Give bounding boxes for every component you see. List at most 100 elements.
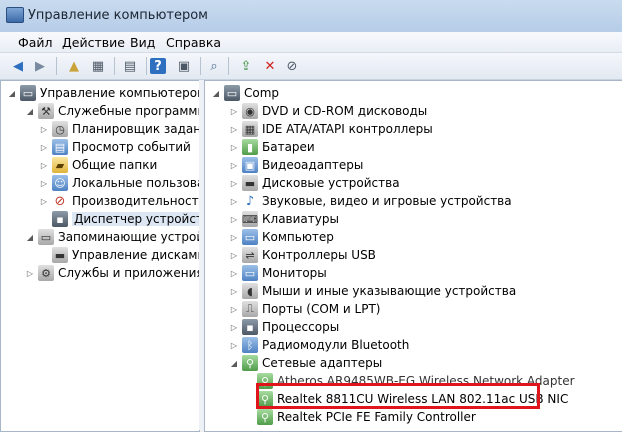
- expand-arrow-icon[interactable]: ▷: [229, 106, 239, 116]
- event-viewer-icon: ▤: [52, 139, 68, 155]
- dvd-drive-icon: ◉: [242, 103, 258, 119]
- expand-arrow-icon[interactable]: ▷: [229, 250, 239, 260]
- tree-item-task-scheduler[interactable]: ▷ ◷ Планировщик заданий: [39, 120, 199, 138]
- keyboard-icon: ⌨: [242, 211, 258, 227]
- device-category[interactable]: ▷ ▭ Компьютер: [229, 228, 334, 246]
- scan-hardware-icon[interactable]: ⌕: [204, 56, 224, 76]
- port-icon: ⎍: [242, 301, 258, 317]
- expand-arrow-icon[interactable]: ▷: [39, 124, 49, 134]
- expand-arrow-icon[interactable]: ▷: [39, 196, 49, 206]
- computer-management-icon: ▭: [20, 85, 36, 101]
- expand-arrow-icon[interactable]: ▷: [229, 304, 239, 314]
- device-tree-root[interactable]: ◢ ▭ Comp: [211, 84, 279, 102]
- forward-icon[interactable]: ▶: [30, 56, 50, 76]
- tree-item-disk-management[interactable]: ▬ Управление дисками: [39, 246, 199, 264]
- menu-action[interactable]: Действие: [62, 35, 125, 50]
- users-icon: ☺: [52, 175, 68, 191]
- expand-arrow-icon[interactable]: ▷: [229, 178, 239, 188]
- device-category[interactable]: ▷ ▪ Процессоры: [229, 318, 339, 336]
- device-category[interactable]: ▷ ▬ Дисковые устройства: [229, 174, 400, 192]
- tree-item-services-apps[interactable]: ▷ ⚙ Службы и приложения: [25, 264, 199, 282]
- disable-device-icon[interactable]: ⊘: [282, 56, 302, 76]
- device-category[interactable]: ▷ ▭ Мониторы: [229, 264, 327, 282]
- network-adapter-item-selected[interactable]: ⚲ Realtek 8811CU Wireless LAN 802.11ac U…: [257, 390, 568, 408]
- help-icon[interactable]: ?: [150, 58, 166, 74]
- expand-arrow-icon[interactable]: ▷: [39, 178, 49, 188]
- tree-item-device-manager[interactable]: ▪ Диспетчер устройств: [39, 210, 199, 228]
- clock-icon: ◷: [52, 121, 68, 137]
- storage-icon: ▭: [38, 229, 54, 245]
- disk-drive-icon: ▬: [242, 175, 258, 191]
- network-adapter-item[interactable]: ⚲ Atheros AR9485WB-EG Wireless Network A…: [257, 372, 575, 390]
- expand-arrow-icon[interactable]: ▷: [39, 160, 49, 170]
- ide-controller-icon: ▦: [242, 121, 258, 137]
- show-hide-tree-icon[interactable]: ▦: [88, 56, 108, 76]
- tree-item-storage[interactable]: ◢ ▭ Запоминающие устройст: [25, 228, 199, 246]
- update-driver-icon[interactable]: ⇪: [236, 56, 256, 76]
- collapse-arrow-icon[interactable]: ◢: [25, 232, 35, 242]
- expand-arrow-icon[interactable]: ▷: [229, 232, 239, 242]
- device-category[interactable]: ▷ ▮ Батареи: [229, 138, 315, 156]
- menu-bar: Файл Действие Вид Справка: [0, 32, 622, 53]
- tools-icon: ⚒: [38, 103, 54, 119]
- expand-arrow-icon[interactable]: ▷: [229, 124, 239, 134]
- collapse-arrow-icon[interactable]: ◢: [7, 88, 17, 98]
- tree-item-computer-management[interactable]: ◢ ▭ Управление компьютером (л: [7, 84, 199, 102]
- expand-arrow-icon[interactable]: ▷: [229, 268, 239, 278]
- bluetooth-icon: ᛒ: [242, 337, 258, 353]
- device-tree: ◢ ▭ Comp ▷ ◉ DVD и CD-ROM дисководы ▷ ▦ …: [204, 80, 622, 432]
- expand-arrow-icon[interactable]: ▷: [229, 142, 239, 152]
- services-icon: ⚙: [38, 265, 54, 281]
- uninstall-device-icon[interactable]: ✕: [260, 56, 280, 76]
- network-adapter-icon: ⚲: [257, 391, 273, 407]
- network-adapter-icon: ⚲: [257, 373, 273, 389]
- device-category[interactable]: ▷ ◖ Мыши и иные указывающие устройства: [229, 282, 516, 300]
- expand-arrow-icon[interactable]: ▷: [229, 322, 239, 332]
- expand-arrow-icon[interactable]: ▷: [229, 160, 239, 170]
- device-category[interactable]: ▷ ▦ IDE ATA/ATAPI контроллеры: [229, 120, 433, 138]
- properties-icon[interactable]: ▤: [120, 56, 140, 76]
- tree-item-local-users[interactable]: ▷ ☺ Локальные пользовате: [39, 174, 199, 192]
- computer-management-icon: [6, 7, 24, 23]
- expand-arrow-icon[interactable]: ▷: [229, 214, 239, 224]
- device-category[interactable]: ▷ ⇌ Контроллеры USB: [229, 246, 376, 264]
- network-adapter-icon: ⚲: [242, 355, 258, 371]
- collapse-arrow-icon[interactable]: ◢: [211, 88, 221, 98]
- collapse-arrow-icon[interactable]: ◢: [25, 106, 35, 116]
- device-category[interactable]: ▷ ⎍ Порты (COM и LPT): [229, 300, 380, 318]
- expand-arrow-icon[interactable]: ▷: [229, 196, 239, 206]
- tree-item-event-viewer[interactable]: ▷ ▤ Просмотр событий: [39, 138, 191, 156]
- network-adapter-item[interactable]: ⚲ Realtek PCIe FE Family Controller: [257, 408, 476, 426]
- back-icon[interactable]: ◀: [8, 56, 28, 76]
- monitor-icon: ▭: [242, 265, 258, 281]
- network-adapter-icon: ⚲: [257, 409, 273, 425]
- device-category[interactable]: ▷ ᛒ Радиомодули Bluetooth: [229, 336, 409, 354]
- toolbar: ◀ ▶ ▲ ▦ ▤ ? ▣ ⌕ ⇪ ✕ ⊘: [0, 53, 622, 80]
- device-category[interactable]: ▷ ◉ DVD и CD-ROM дисководы: [229, 102, 427, 120]
- device-category[interactable]: ▷ ▣ Видеоадаптеры: [229, 156, 363, 174]
- processor-icon: ▪: [242, 319, 258, 335]
- menu-help[interactable]: Справка: [166, 35, 221, 50]
- device-category[interactable]: ▷ ♪ Звуковые, видео и игровые устройства: [229, 192, 512, 210]
- expand-arrow-icon[interactable]: ▷: [229, 340, 239, 350]
- up-folder-icon[interactable]: ▲: [64, 56, 84, 76]
- menu-file[interactable]: Файл: [18, 35, 53, 50]
- expand-arrow-icon[interactable]: ▷: [39, 142, 49, 152]
- expand-arrow-icon[interactable]: ▷: [25, 268, 35, 278]
- device-category-network-adapters[interactable]: ◢ ⚲ Сетевые адаптеры: [229, 354, 382, 372]
- mouse-icon: ◖: [242, 283, 258, 299]
- device-manager-icon: ▪: [52, 211, 68, 227]
- device-category[interactable]: ▷ ⌨ Клавиатуры: [229, 210, 339, 228]
- collapse-arrow-icon[interactable]: ◢: [229, 358, 239, 368]
- menu-view[interactable]: Вид: [130, 35, 155, 50]
- tree-item-system-tools[interactable]: ◢ ⚒ Служебные программы: [25, 102, 199, 120]
- performance-icon: ⊘: [54, 193, 66, 209]
- usb-controller-icon: ⇌: [242, 247, 258, 263]
- expand-arrow-icon[interactable]: ▷: [229, 286, 239, 296]
- tree-item-performance[interactable]: ▷ ⊘ Производительность: [39, 192, 199, 210]
- action-pane-icon[interactable]: ▣: [174, 56, 194, 76]
- tree-item-shared-folders[interactable]: ▷ ▰ Общие папки: [39, 156, 157, 174]
- display-adapter-icon: ▣: [242, 157, 258, 173]
- sound-icon: ♪: [245, 193, 255, 209]
- battery-icon: ▮: [242, 139, 258, 155]
